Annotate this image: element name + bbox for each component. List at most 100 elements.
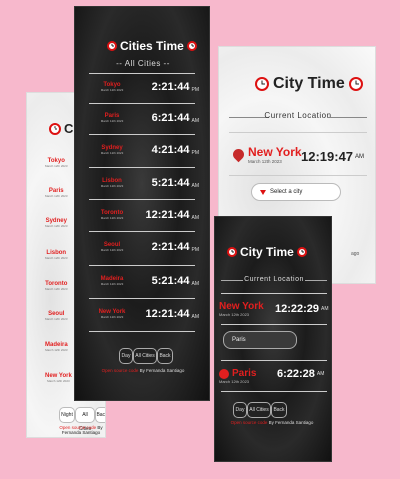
city-date: March 12th 2023 (219, 312, 250, 317)
alarm-clock-icon (296, 247, 307, 257)
city-date: March 12th 2023 (45, 287, 68, 291)
left-footer: Open source code By Fernanda Santiago (53, 425, 105, 435)
city-name: New York (248, 145, 302, 159)
city-date: March 12th 2023 (47, 379, 70, 383)
author-text: By Fernanda Santiago (268, 420, 314, 425)
ampm-label: PM (191, 150, 200, 156)
ampm-label: AM (355, 153, 365, 160)
city-time: 12:21:44 (145, 209, 190, 221)
city-date: March 12th 2023 (100, 88, 124, 92)
center-footer: Open source code By Fernanda Santiago (85, 368, 201, 373)
table-row: Madeira March 12th 2023 5:21:44 AM (91, 275, 199, 287)
table-row: Lisbon March 12th 2023 5:21:44 AM (91, 177, 199, 189)
ampm-label: AM (191, 118, 200, 124)
current-time-row: 12:19:47 AM (301, 149, 364, 164)
list-item: Lisbon March 12th 2023 (45, 250, 68, 260)
cities-time-title: Cities Time (107, 39, 197, 53)
author-text: By Fernanda Santiago (139, 368, 185, 373)
list-item: New York March 12th 2023 (45, 373, 72, 383)
list-item: Seoul March 12th 2023 (45, 311, 68, 321)
city-date: March 12th 2023 (100, 216, 124, 220)
list-item: Tokyo March 12th 2023 (45, 158, 68, 168)
city-time: 5:21:44 (151, 177, 190, 189)
alarm-clock-icon (348, 77, 363, 91)
city-time: 12:22:29 (275, 303, 320, 315)
list-item: Toronto March 12th 2023 (45, 281, 68, 291)
city-date: March 12th 2023 (45, 317, 68, 321)
city-time-title: City Time (227, 245, 307, 259)
divider (229, 132, 367, 133)
city-date: March 12th 2023 (45, 164, 68, 168)
chevron-down-icon (260, 189, 266, 195)
alarm-clock-icon (49, 122, 61, 135)
city-date: March 12th 2023 (45, 256, 68, 260)
current-location-label: Current Location (264, 111, 332, 120)
select-label: Select a city (270, 189, 303, 195)
right-top-title: City Time (255, 75, 363, 93)
alarm-clock-icon (255, 77, 269, 91)
source-code-link[interactable]: Open source code (231, 420, 268, 425)
city-date: March 12th 2023 (100, 315, 124, 319)
all-cities-button[interactable]: All Cities (133, 348, 157, 364)
night-button[interactable]: Night (59, 407, 75, 423)
ampm-label: AM (321, 306, 329, 312)
city-time: 4:21:44 (151, 144, 190, 156)
selected-city-row: Paris March 12th 2023 (219, 368, 256, 384)
city-name: Paris (232, 368, 257, 379)
divider (89, 167, 195, 168)
table-row: Paris March 12th 2023 6:21:44 AM (91, 112, 199, 124)
divider (305, 280, 327, 281)
table-row: Sydney March 12th 2023 4:21:44 PM (91, 144, 199, 156)
list-item: Madeira March 12th 2023 (45, 342, 68, 352)
back-button[interactable]: Back (157, 348, 173, 364)
ampm-label: AM (191, 314, 200, 320)
divider (221, 360, 327, 361)
all-cities-button[interactable]: All Cities (75, 407, 95, 432)
all-cities-button[interactable]: All Cities (247, 402, 271, 418)
list-item: Sydney March 12th 2023 (45, 218, 68, 228)
table-row: Tokyo March 12th 2023 2:21:44 PM (91, 81, 199, 93)
city-input[interactable]: Paris (223, 331, 297, 349)
city-date: March 12th 2023 (100, 282, 124, 286)
divider (221, 324, 327, 325)
table-row: Toronto March 12th 2023 12:21:44 AM (91, 209, 199, 221)
divider (89, 199, 195, 200)
divider (89, 231, 195, 232)
city-date: March 12th 2023 (248, 159, 282, 164)
back-button[interactable]: Back (95, 407, 105, 423)
city-time: 12:21:44 (145, 308, 190, 320)
input-value: Paris (232, 337, 246, 343)
selected-time-row: 6:22:28 AM (277, 368, 324, 380)
right-bottom-footer: Open source code By Fernanda Santiago (219, 420, 325, 425)
current-time: 12:19:47 (301, 149, 354, 164)
ampm-label: AM (316, 371, 325, 377)
city-date: March 12th 2023 (100, 119, 124, 123)
city-date: March 12th 2023 (100, 184, 124, 188)
divider (89, 73, 195, 74)
alarm-clock-icon (107, 41, 117, 51)
ampm-label: AM (191, 215, 200, 221)
ampm-label: PM (191, 87, 200, 93)
title-text: City Time (273, 75, 345, 92)
table-row: Seoul March 12th 2023 2:21:44 PM (91, 241, 199, 253)
city-select[interactable]: Select a city (251, 183, 341, 201)
city-date: March 12th 2023 (100, 151, 124, 155)
day-button[interactable]: Day (233, 402, 247, 418)
title-text: Cities Time (120, 39, 184, 53)
city-name: New York (219, 301, 264, 312)
back-button[interactable]: Back (271, 402, 287, 418)
divider (327, 117, 367, 118)
city-time: 6:22:28 (277, 368, 315, 380)
city-date: March 12th 2023 (45, 348, 68, 352)
ampm-label: AM (191, 183, 200, 189)
table-row: New York March 12th 2023 12:21:44 AM (91, 308, 199, 320)
city-time: 5:21:44 (151, 275, 190, 287)
city-time: 2:21:44 (151, 81, 190, 93)
day-button[interactable]: Day (119, 348, 133, 364)
ampm-label: AM (191, 281, 200, 287)
current-city-row: New York March 12th 2023 (230, 145, 302, 164)
divider (89, 298, 195, 299)
alarm-clock-icon (186, 41, 197, 51)
edge-text: ago (351, 251, 360, 257)
source-code-link[interactable]: Open source code (102, 368, 139, 373)
